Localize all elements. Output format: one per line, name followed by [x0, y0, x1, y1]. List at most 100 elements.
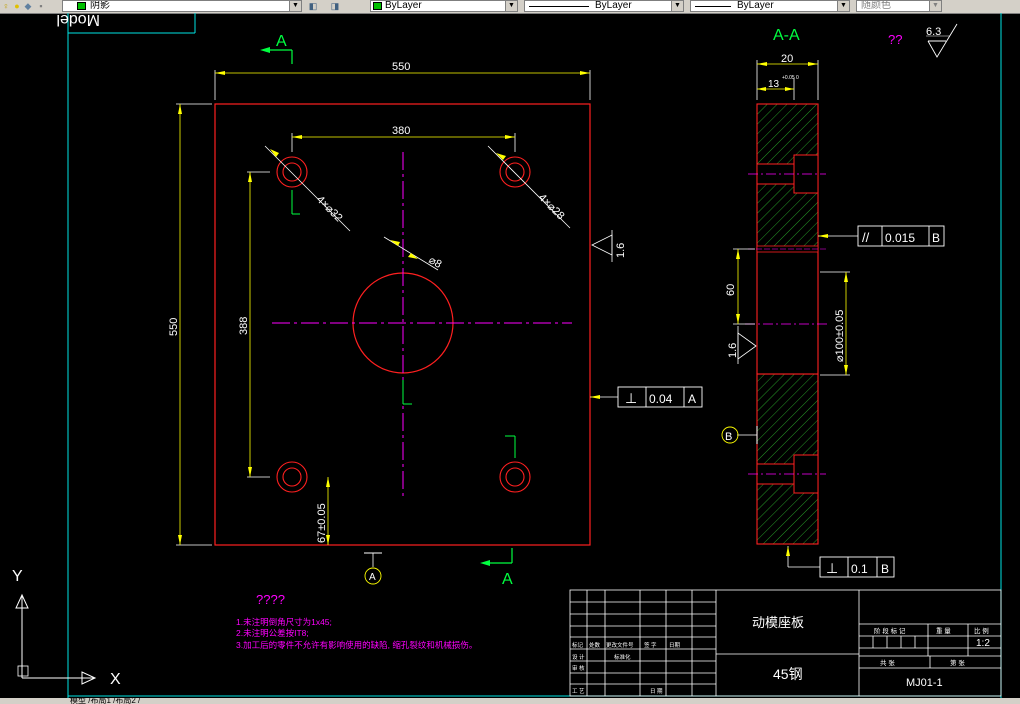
hole-top-right	[499, 156, 531, 188]
unknown-text-top: ??	[888, 32, 902, 47]
upside-down-label: Model	[56, 13, 100, 28]
hole-bottom-left	[276, 461, 308, 493]
fcf-perp-bottom-datum: B	[881, 562, 889, 576]
perp-symbol-bottom: ⊥	[826, 560, 838, 576]
fcf-parallel-datum: B	[932, 231, 940, 245]
layer-previous-icon[interactable]: ◨	[330, 1, 340, 11]
linetype-value: ByLayer	[595, 0, 632, 11]
layout-tabs[interactable]: 模型 /布局1 /布局2 /	[0, 698, 1020, 704]
fcf-perp-bottom: ⊥ 0.1 B	[786, 546, 895, 578]
layer-color-swatch	[77, 2, 86, 10]
leader-holes-right: 4×⌀28	[487, 145, 571, 229]
layer-plot-icon[interactable]: ▪	[36, 1, 46, 11]
dim-bore-dia: ⌀100±0.05	[820, 271, 850, 376]
dim-hole-x: 380	[291, 125, 516, 152]
datum-b-symbol: B	[721, 426, 758, 444]
roughness-side-text: 1.6	[615, 243, 627, 258]
fcf-parallel: // 0.015 B	[818, 225, 945, 247]
tb-count: 处数	[589, 641, 601, 649]
dim-hole-x-text: 380	[392, 125, 410, 137]
fcf-perp-main-value: 0.04	[649, 392, 673, 406]
chevron-down-icon[interactable]: ▼	[289, 1, 301, 11]
layer-freeze-icon[interactable]: ●	[12, 1, 22, 11]
color-value: ByLayer	[385, 0, 422, 11]
plotstyle-dropdown[interactable]: 随颜色 ▼	[856, 0, 942, 12]
note-1: 1.未注明倒角尺寸为1x45;	[236, 617, 332, 627]
section-marker-top: A	[260, 33, 293, 64]
note-3: 3.加工后的零件不允许有影响使用的缺陷, 缩孔裂纹和机械损伤。	[236, 640, 477, 650]
dim-hole-y-text: 388	[238, 317, 250, 335]
fcf-perp-main: ⊥ 0.04 A	[590, 386, 703, 408]
notes-title: ????	[256, 592, 285, 607]
layout-tabs-text[interactable]: 模型 /布局1 /布局2 /	[70, 698, 140, 704]
roughness-general: 6.3	[926, 23, 958, 58]
dim-step: 13 +0.05 0	[757, 75, 799, 100]
tb-change-doc: 更改文件号	[606, 641, 634, 649]
material: 45钢	[773, 666, 803, 682]
section-marker-bottom: A	[480, 548, 513, 588]
section-label-top: A	[276, 33, 287, 50]
layer-dropdown[interactable]: 阴影 ▼	[62, 0, 302, 12]
lineweight-value: ByLayer	[737, 0, 774, 11]
perp-symbol: ⊥	[625, 390, 637, 406]
lineweight-dropdown[interactable]: ByLayer ▼	[690, 0, 850, 12]
layer-lock-icon[interactable]: ◆	[23, 1, 33, 11]
tb-standardization: 标准化	[614, 653, 631, 661]
fcf-perp-bottom-value: 0.1	[851, 562, 868, 576]
color-dropdown[interactable]: ByLayer ▼	[370, 0, 518, 12]
leader-center-hole: ⌀8	[383, 236, 444, 271]
hole-bottom-right	[499, 435, 531, 493]
datum-a-letter: A	[369, 572, 376, 583]
tb-weight: 重 量	[936, 627, 951, 635]
dim-thickness-text: 20	[781, 53, 793, 65]
linetype-dropdown[interactable]: ByLayer ▼	[524, 0, 684, 12]
dim-holes-right-text: 4×⌀28	[536, 192, 567, 223]
chevron-down-icon[interactable]: ▼	[671, 1, 683, 11]
section-title: A-A	[773, 27, 800, 44]
leader-holes-left: 4×⌀32	[264, 145, 351, 232]
lineweight-preview	[695, 6, 731, 7]
section-body	[745, 103, 830, 545]
dim-center-hole-text: ⌀8	[427, 254, 444, 271]
dim-step-tolerance: +0.05 0	[782, 75, 799, 81]
technical-notes: ???? 1.未注明倒角尺寸为1x45; 2.未注明公差按IT8; 3.加工后的…	[236, 592, 477, 650]
layer-on-icon[interactable]: ♀	[1, 1, 11, 11]
section-label-bottom: A	[502, 571, 513, 588]
chevron-down-icon[interactable]: ▼	[837, 1, 849, 11]
dim-bore-dia-text: ⌀100±0.05	[834, 310, 846, 362]
drawing-number: MJ01-1	[906, 677, 943, 689]
dim-height: 550	[168, 103, 212, 546]
part-name: 动模座板	[752, 615, 804, 630]
dim-corner: 67±0.05	[316, 477, 330, 545]
drawing-frame	[67, 13, 1002, 698]
ucs-icon: Y X	[12, 568, 121, 688]
roughness-section-text: 1.6	[727, 343, 739, 358]
roughness-side: 1.6	[591, 230, 627, 262]
tb-signature: 签 字	[644, 641, 657, 649]
tb-stage-mark: 阶 段 标 记	[874, 626, 906, 635]
roughness-section: 1.6	[727, 326, 757, 364]
tb-design: 设 计	[572, 653, 585, 661]
drawing-canvas[interactable]: Model A A 550 550 380 388 67±0.05 4×⌀32 …	[0, 13, 1020, 698]
color-swatch	[373, 2, 382, 10]
parallel-symbol: //	[862, 230, 870, 245]
tb-mark: 标记	[572, 641, 584, 649]
chevron-down-icon[interactable]: ▼	[505, 1, 517, 11]
tb-scale-label: 比 例	[974, 626, 989, 635]
tb-total-sheets: 共 张	[880, 658, 895, 667]
scale-value: 1:2	[976, 638, 990, 649]
title-block-text: 动模座板 45钢 阶 段 标 记 重 量 比 例 1:2 共 张 第 张 MJ0…	[572, 615, 990, 695]
chevron-down-icon[interactable]: ▼	[929, 1, 941, 11]
dim-height-text: 550	[168, 318, 180, 336]
dim-bore-pos-text: 60	[725, 284, 737, 296]
tb-sheet-no: 第 张	[950, 658, 965, 667]
dim-step-text: 13	[768, 79, 780, 90]
ucs-y-label: Y	[12, 568, 23, 585]
tb-review: 审 核	[572, 664, 585, 672]
dim-bore-pos: 60	[725, 248, 755, 325]
fcf-perp-main-datum: A	[688, 392, 696, 406]
tb-date-bottom: 日 期	[650, 688, 663, 695]
make-current-layer-icon[interactable]: ◧	[308, 1, 318, 11]
linetype-preview	[529, 6, 589, 7]
tb-craft: 工 艺	[572, 688, 585, 695]
